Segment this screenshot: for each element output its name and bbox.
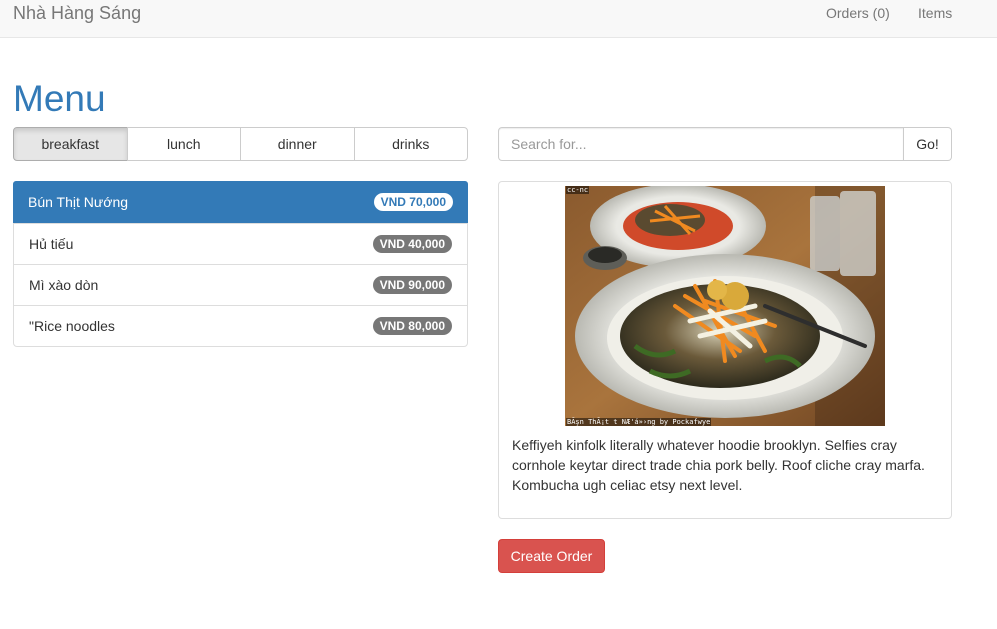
navbar: Nhà Hàng Sáng Orders (0) Items [0, 0, 997, 38]
food-photo-drawing [565, 186, 885, 426]
menu-item-name: Hủ tiếu [29, 236, 74, 252]
menu-item-list: Bún Thịt Nướng VND 70,000 Hủ tiếu VND 40… [13, 181, 468, 347]
nav-orders-link[interactable]: Orders (0) [826, 5, 890, 21]
page-title: Menu [13, 78, 106, 119]
menu-item[interactable]: Hủ tiếu VND 40,000 [14, 223, 467, 264]
search-go-button[interactable]: Go! [904, 127, 952, 161]
search-group: Go! [498, 127, 952, 161]
nav-items-link[interactable]: Items [918, 5, 952, 21]
item-detail-panel: cc-nc BÃşn ThÃ¡t t NÆ'á»›ng by Pockafwye… [498, 181, 952, 519]
price-badge: VND 80,000 [372, 317, 452, 335]
menu-item-name: Mì xào dòn [29, 277, 99, 293]
image-credit-tag: BÃşn ThÃ¡t t NÆ'á»›ng by Pockafwye [566, 418, 712, 426]
menu-item[interactable]: "Rice noodles VND 80,000 [14, 305, 467, 346]
create-order-button[interactable]: Create Order [498, 539, 605, 573]
image-license-tag: cc-nc [566, 186, 590, 194]
category-lunch-button[interactable]: lunch [126, 127, 241, 161]
menu-item-name: "Rice noodles [29, 318, 115, 334]
menu-item[interactable]: Bún Thịt Nướng VND 70,000 [13, 181, 468, 223]
brand-link[interactable]: Nhà Hàng Sáng [13, 3, 141, 23]
category-button-group: breakfast lunch dinner drinks [13, 127, 468, 161]
category-drinks-button[interactable]: drinks [353, 127, 468, 161]
category-dinner-button[interactable]: dinner [240, 127, 355, 161]
price-badge: VND 40,000 [372, 235, 452, 253]
menu-item-name: Bún Thịt Nướng [28, 194, 129, 210]
category-breakfast-button[interactable]: breakfast [13, 127, 128, 161]
item-description: Keffiyeh kinfolk literally whatever hood… [512, 437, 925, 493]
search-input[interactable] [498, 127, 904, 161]
price-badge: VND 70,000 [373, 193, 453, 211]
food-photo: cc-nc BÃşn ThÃ¡t t NÆ'á»›ng by Pockafwye [565, 186, 885, 426]
menu-item[interactable]: Mì xào dòn VND 90,000 [14, 264, 467, 305]
price-badge: VND 90,000 [372, 276, 452, 294]
